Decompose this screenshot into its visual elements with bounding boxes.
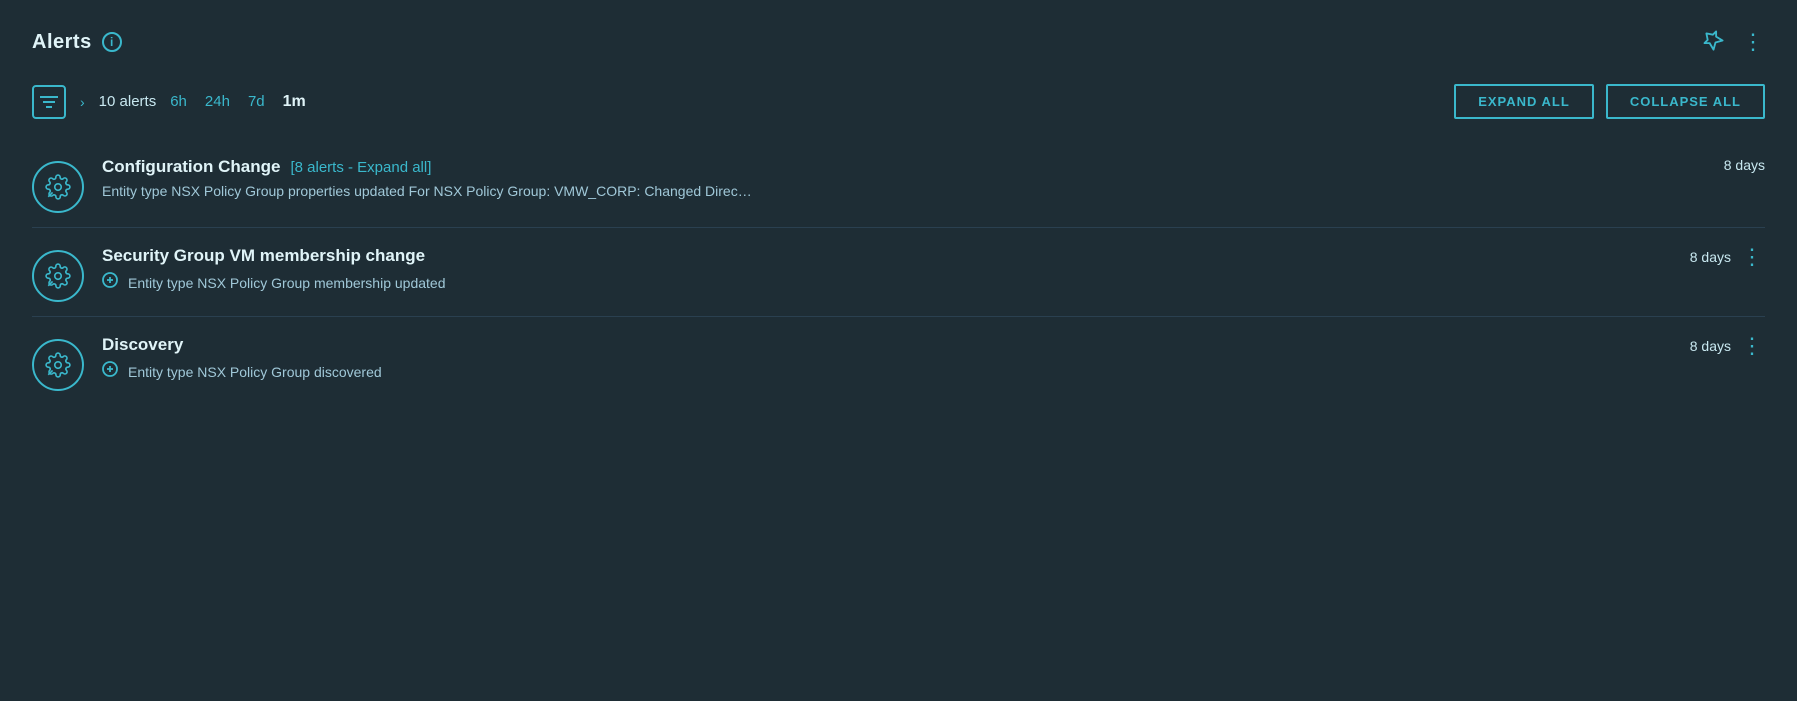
alert-icon-config: [32, 161, 84, 213]
alert-title-row-discovery: Discovery: [102, 335, 1672, 355]
alert-desc-row-discovery: Entity type NSX Policy Group discovered: [102, 361, 1672, 382]
alert-more-sg[interactable]: ⋮: [1741, 246, 1765, 268]
alert-title-config: Configuration Change: [102, 157, 280, 177]
alert-meta-discovery: 8 days ⋮: [1690, 335, 1765, 357]
alert-desc-sg: Entity type NSX Policy Group membership …: [128, 275, 446, 291]
alert-item: Security Group VM membership change Enti…: [32, 227, 1765, 316]
info-icon[interactable]: i: [102, 32, 122, 52]
toolbar-left: › 10 alerts 6h 24h 7d 1m: [32, 85, 306, 119]
toolbar: › 10 alerts 6h 24h 7d 1m EXPAND ALL COLL…: [32, 84, 1765, 119]
alerts-panel: Alerts i ⋮ › 10 alerts: [0, 0, 1797, 701]
alert-content-sg: Security Group VM membership change Enti…: [102, 246, 1672, 293]
alert-title-row-sg: Security Group VM membership change: [102, 246, 1672, 266]
alert-meta-sg: 8 days ⋮: [1690, 246, 1765, 268]
expand-icon-discovery[interactable]: [102, 361, 118, 382]
alert-meta-config: 8 days: [1685, 157, 1765, 173]
title-group: Alerts i: [32, 31, 122, 54]
alerts-list: Configuration Change [8 alerts - Expand …: [32, 139, 1765, 405]
filter-button[interactable]: [32, 85, 66, 119]
alert-row: Security Group VM membership change Enti…: [32, 246, 1765, 302]
alert-item: Configuration Change [8 alerts - Expand …: [32, 139, 1765, 227]
alert-title-sg: Security Group VM membership change: [102, 246, 425, 266]
alert-icon-sg: [32, 250, 84, 302]
alert-title-row: Configuration Change [8 alerts - Expand …: [102, 157, 1667, 177]
filter-7d[interactable]: 7d: [248, 93, 265, 110]
toolbar-right: EXPAND ALL COLLAPSE ALL: [1454, 84, 1765, 119]
alert-time-sg: 8 days: [1690, 249, 1731, 265]
alert-desc-row-sg: Entity type NSX Policy Group membership …: [102, 272, 1672, 293]
alert-more-discovery[interactable]: ⋮: [1741, 335, 1765, 357]
time-filters: 6h 24h 7d 1m: [170, 93, 306, 111]
expand-all-button[interactable]: EXPAND ALL: [1454, 84, 1594, 119]
filter-6h[interactable]: 6h: [170, 93, 187, 110]
collapse-all-button[interactable]: COLLAPSE ALL: [1606, 84, 1765, 119]
alert-item: Discovery Entity type NSX Policy Group d…: [32, 316, 1765, 405]
alert-desc-discovery: Entity type NSX Policy Group discovered: [128, 364, 382, 380]
alert-row: Configuration Change [8 alerts - Expand …: [32, 157, 1765, 213]
expand-icon-sg[interactable]: [102, 272, 118, 293]
header-actions: ⋮: [1704, 28, 1765, 56]
alert-time-discovery: 8 days: [1690, 338, 1731, 354]
alert-badge-config[interactable]: [8 alerts - Expand all]: [290, 159, 431, 176]
panel-header: Alerts i ⋮: [32, 28, 1765, 56]
alert-count: 10 alerts: [99, 93, 157, 110]
header-more-icon[interactable]: ⋮: [1742, 29, 1765, 55]
alert-title-discovery: Discovery: [102, 335, 183, 355]
alert-content-discovery: Discovery Entity type NSX Policy Group d…: [102, 335, 1672, 382]
alert-desc-row-config: Entity type NSX Policy Group properties …: [102, 183, 1667, 199]
alert-time-config: 8 days: [1724, 157, 1765, 173]
alert-icon-discovery: [32, 339, 84, 391]
alert-desc-config: Entity type NSX Policy Group properties …: [102, 183, 752, 199]
panel-title: Alerts: [32, 31, 92, 54]
filter-24h[interactable]: 24h: [205, 93, 230, 110]
pin-icon[interactable]: [1697, 24, 1732, 59]
filter-1m[interactable]: 1m: [283, 93, 306, 111]
alert-content-config: Configuration Change [8 alerts - Expand …: [102, 157, 1667, 199]
alert-row: Discovery Entity type NSX Policy Group d…: [32, 335, 1765, 391]
chevron-right-icon: ›: [80, 94, 85, 110]
